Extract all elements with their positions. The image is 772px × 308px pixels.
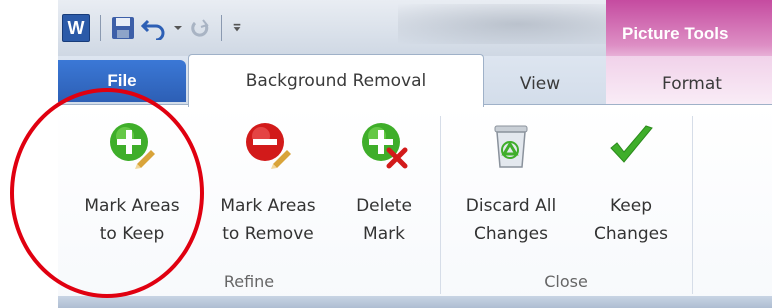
tab-background-removal[interactable]: Background Removal [188,54,484,107]
mark-areas-to-remove-button[interactable]: Mark Areas to Remove [200,120,336,248]
discard-icon [494,125,528,168]
delete-mark-button[interactable]: Delete Mark [336,120,432,248]
discard-label: Discard All Changes [465,196,557,244]
tab-view[interactable]: View [500,64,580,104]
redo-icon[interactable] [189,17,211,39]
checkmark-icon [610,125,653,163]
discard-all-changes-button[interactable]: Discard All Changes [446,120,576,248]
tab-format[interactable]: Format [622,64,762,104]
quick-access-toolbar: W [62,10,242,46]
delete-mark-label: Delete Mark [356,196,412,244]
ribbon-bottom-edge [58,296,772,308]
picture-tools-label: Picture Tools [622,24,729,43]
group-separator [692,116,693,294]
keep-changes-button[interactable]: Keep Changes [576,120,686,248]
qat-separator [100,15,101,41]
undo-dropdown-icon[interactable] [173,23,183,33]
undo-icon[interactable] [141,16,167,40]
qat-separator [221,15,222,41]
word-icon[interactable]: W [62,14,90,42]
save-icon[interactable] [111,16,135,40]
keep-changes-label: Keep Changes [594,196,668,244]
group-label-close: Close [544,272,588,291]
title-blur [398,4,638,44]
mark-remove-label: Mark Areas to Remove [220,196,316,244]
annotation-circle [10,88,204,298]
mark-remove-icon [246,123,291,169]
delete-mark-icon [362,123,408,169]
group-separator [440,116,441,294]
customize-qat-icon[interactable] [232,23,242,33]
